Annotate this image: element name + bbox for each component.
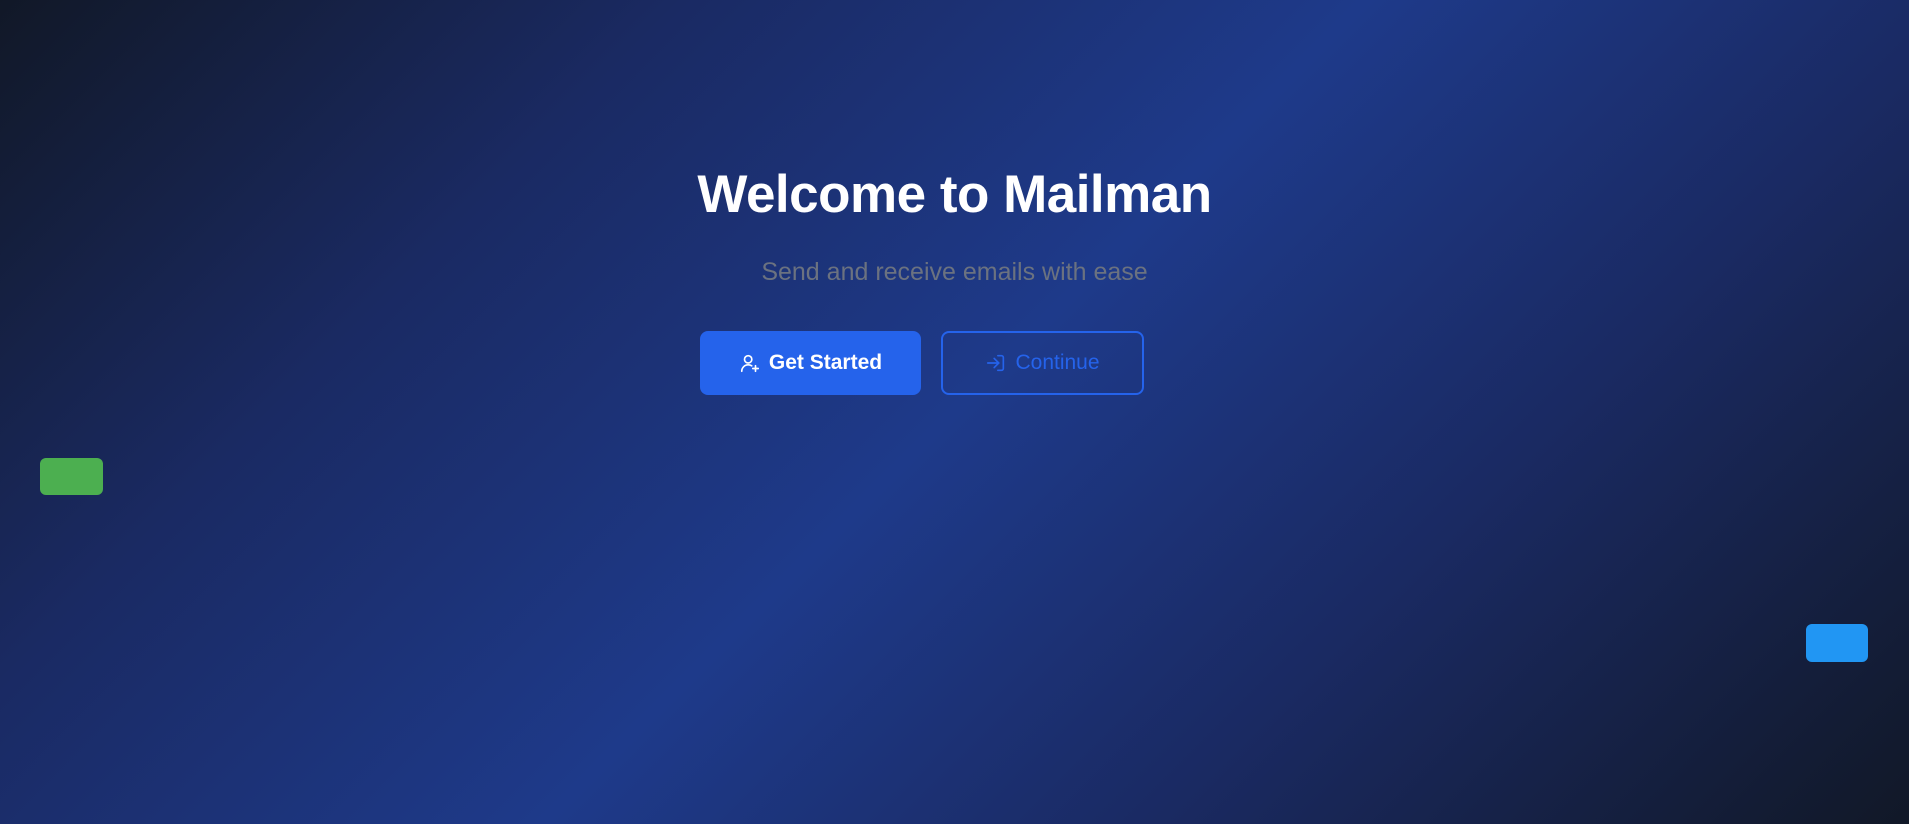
page-title: Welcome to Mailman	[697, 165, 1212, 224]
floating-blue-block	[1806, 624, 1868, 662]
floating-green-block	[40, 458, 103, 495]
get-started-button[interactable]: Get Started	[700, 331, 921, 395]
continue-button[interactable]: Continue	[941, 331, 1144, 395]
get-started-label: Get Started	[768, 351, 883, 374]
continue-label: Continue	[1015, 351, 1100, 374]
log-in-icon	[985, 352, 1007, 374]
hero-section: Welcome to Mailman Send and receive emai…	[0, 0, 1909, 824]
page-subtitle: Send and receive emails with ease	[761, 258, 1148, 286]
user-plus-icon	[739, 352, 761, 374]
